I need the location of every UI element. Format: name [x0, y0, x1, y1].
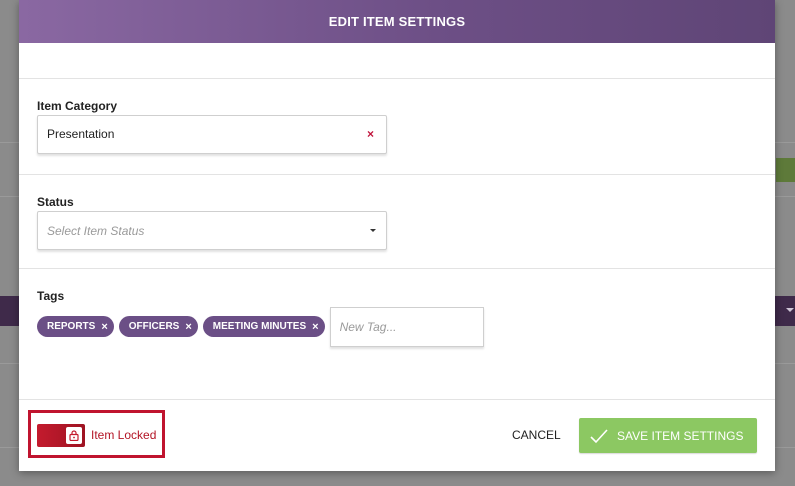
- tag-label: OFFICERS: [128, 321, 180, 332]
- modal-title: EDIT ITEM SETTINGS: [328, 14, 466, 29]
- lock-icon: [66, 427, 82, 444]
- item-locked-label[interactable]: Item Locked: [91, 428, 156, 442]
- tags-label: Tags: [37, 289, 65, 303]
- clear-category-icon[interactable]: ×: [367, 127, 374, 141]
- modal-footer: Item Locked CANCEL SAVE ITEM SETTINGS: [19, 400, 775, 471]
- category-section: Item Category Presentation ×: [19, 79, 775, 175]
- new-tag-input[interactable]: New Tag...: [329, 307, 484, 347]
- background-button: [776, 158, 795, 182]
- edit-item-settings-modal: EDIT ITEM SETTINGS Item Category Present…: [19, 0, 775, 471]
- status-section: Status Select Item Status: [19, 175, 775, 269]
- status-select[interactable]: Select Item Status: [37, 211, 387, 250]
- item-lock-toggle[interactable]: [37, 424, 85, 447]
- status-label: Status: [37, 195, 74, 209]
- cancel-button[interactable]: CANCEL: [512, 428, 561, 442]
- save-button-label: SAVE ITEM SETTINGS: [617, 428, 744, 443]
- remove-tag-icon[interactable]: ×: [101, 321, 107, 333]
- status-placeholder: Select Item Status: [47, 224, 145, 238]
- tags-section: Tags REPORTS × OFFICERS × MEETING MINUTE…: [19, 269, 775, 400]
- category-value: Presentation: [47, 127, 115, 141]
- tag-chip-meeting-minutes[interactable]: MEETING MINUTES ×: [202, 316, 325, 337]
- remove-tag-icon[interactable]: ×: [312, 321, 318, 333]
- modal-spacer: [19, 43, 775, 79]
- tag-chip-reports[interactable]: REPORTS ×: [37, 316, 114, 337]
- chevron-down-icon: [370, 229, 376, 232]
- new-tag-placeholder: New Tag...: [339, 320, 397, 334]
- tag-chip-officers[interactable]: OFFICERS ×: [118, 316, 198, 337]
- category-label: Item Category: [37, 99, 118, 113]
- category-select[interactable]: Presentation ×: [37, 115, 387, 154]
- background-caret-icon: [786, 308, 794, 312]
- remove-tag-icon[interactable]: ×: [185, 321, 191, 333]
- tags-row: REPORTS × OFFICERS × MEETING MINUTES × N…: [37, 307, 757, 347]
- check-icon: [590, 428, 608, 443]
- modal-header: EDIT ITEM SETTINGS: [19, 0, 775, 43]
- save-item-settings-button[interactable]: SAVE ITEM SETTINGS: [579, 418, 757, 453]
- tag-label: MEETING MINUTES: [212, 321, 307, 332]
- tag-label: REPORTS: [47, 321, 96, 332]
